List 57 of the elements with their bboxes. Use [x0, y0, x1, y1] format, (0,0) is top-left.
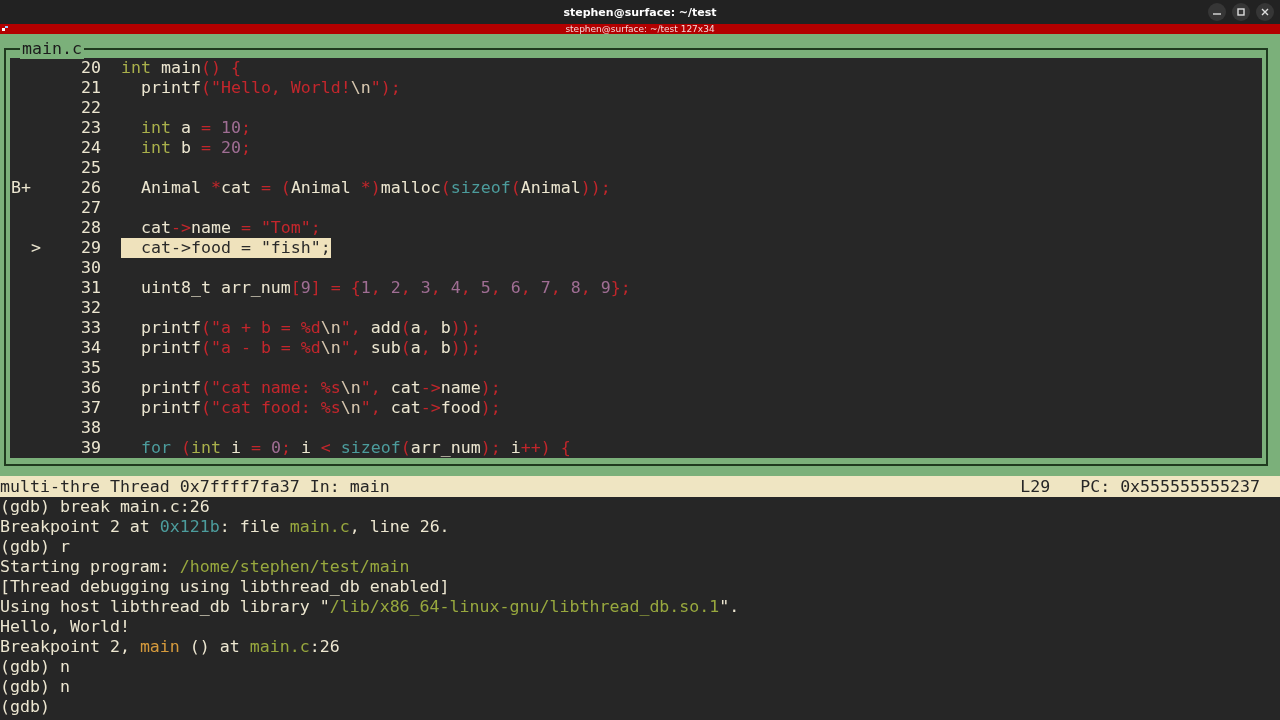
code-line: int main() { — [121, 58, 241, 78]
thread-info: multi-thre Thread 0x7ffff7fa37 In: main — [0, 476, 390, 497]
console-line: (gdb) — [0, 697, 50, 716]
line-number: 37 — [80, 398, 101, 418]
code-line: printf("cat food: %s\n", cat->food); — [139, 398, 501, 418]
code-line: printf("cat name: %s\n", cat->name); — [139, 378, 501, 398]
line-number: 31 — [80, 278, 101, 298]
minimize-button[interactable] — [1208, 3, 1226, 21]
close-button[interactable] — [1256, 3, 1274, 21]
line-number: 21 — [80, 78, 101, 98]
line-number: 23 — [80, 118, 101, 138]
line-number: 27 — [80, 198, 101, 218]
window-title: stephen@surface: ~/test — [563, 5, 717, 19]
maximize-icon — [1236, 7, 1246, 17]
tab-title: stephen@surface: ~/test 127x34 — [565, 24, 715, 34]
console-line: Breakpoint 2, main () at main.c:26 — [0, 637, 340, 656]
pc-address: PC: 0x555555555237 — [1080, 476, 1260, 497]
line-number: 22 — [80, 98, 101, 118]
console-line: (gdb) n — [0, 677, 70, 696]
console-line: Hello, World! — [0, 617, 130, 636]
line-indicator: L29 — [1020, 476, 1051, 497]
code-line: uint8_t arr_num[9] = {1, 2, 3, 4, 5, 6, 7, 8, 9}; — [139, 278, 631, 298]
console-line: (gdb) n — [0, 657, 70, 676]
code-line: int b = 20; — [139, 138, 251, 158]
console-line: Starting program: /home/stephen/test/main — [0, 557, 410, 576]
line-number: 20 — [80, 58, 101, 78]
terminal-icon — [2, 26, 8, 32]
line-number: 33 — [80, 318, 101, 338]
code-line: printf("a + b = %d\n", add(a, b)); — [139, 318, 481, 338]
line-number: 38 — [80, 418, 101, 438]
line-number: 26 — [80, 178, 101, 198]
line-number: 34 — [80, 338, 101, 358]
code-line: cat->name = "Tom"; — [139, 218, 321, 238]
code-line: printf("Hello, World!\n"); — [139, 78, 401, 98]
console-line: [Thread debugging using libthread_db enabled] — [0, 577, 450, 596]
line-number: 25 — [80, 158, 101, 178]
console-line: Using host libthread_db library "/lib/x86_64-linux-gnu/libthread_db.so.1". — [0, 597, 740, 616]
maximize-button[interactable] — [1232, 3, 1250, 21]
current-line-marker: > — [31, 238, 41, 258]
line-number: 29 — [80, 238, 101, 258]
line-number: 30 — [80, 258, 101, 278]
line-number: 24 — [80, 138, 101, 158]
line-number: 39 — [80, 438, 101, 458]
line-number: 36 — [80, 378, 101, 398]
line-number: 35 — [80, 358, 101, 378]
code-line: int a = 10; — [139, 118, 251, 138]
code-line: Animal *cat = (Animal *)malloc(sizeof(Animal)); — [139, 178, 611, 198]
console-line: (gdb) break main.c:26 — [0, 497, 210, 516]
console-line: Breakpoint 2 at 0x121b: file main.c, line 26. — [0, 517, 450, 536]
close-icon — [1260, 7, 1270, 17]
line-number: 28 — [80, 218, 101, 238]
code-line: for (int i = 0; i < sizeof(arr_num); i++) { — [139, 438, 571, 458]
console-line: (gdb) r — [0, 537, 70, 556]
breakpoint-marker: B+ — [11, 178, 31, 198]
code-line: printf("a - b = %d\n", sub(a, b)); — [139, 338, 481, 358]
line-number: 32 — [80, 298, 101, 318]
file-name-label: main.c — [20, 39, 84, 59]
